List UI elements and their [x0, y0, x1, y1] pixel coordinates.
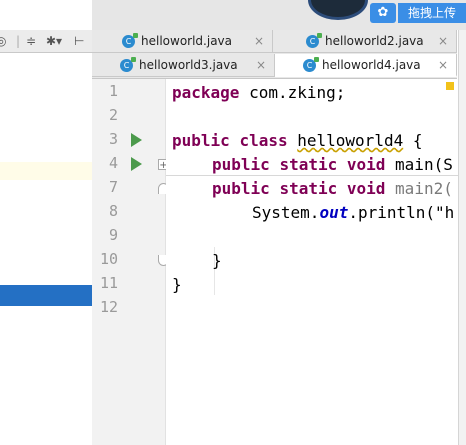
run-icon[interactable]	[131, 157, 142, 171]
tab-helloworld[interactable]: C helloworld.java ×	[92, 30, 273, 53]
separator: |	[16, 34, 21, 48]
target-icon[interactable]: ◎	[0, 30, 6, 52]
drag-upload-button[interactable]: 拖拽上传	[398, 3, 466, 23]
tab-helloworld4[interactable]: C helloworld4.java ×	[275, 54, 457, 77]
java-class-icon: C	[120, 57, 136, 72]
java-class-icon: C	[303, 57, 319, 72]
code-line: public static void main2(	[212, 179, 453, 198]
code-editor[interactable]: package com.zking; public class hellowor…	[166, 79, 458, 445]
code-line: }	[212, 251, 222, 270]
code-line: System.out.println("h	[252, 203, 455, 222]
line-number: 9	[108, 226, 118, 244]
editor-gutter: 1 2 3 4 7 8 9 10 11 12 +	[92, 79, 169, 445]
code-line: public class helloworld4 {	[172, 131, 423, 150]
close-icon[interactable]: ×	[438, 54, 448, 77]
explorer-highlight-row[interactable]	[0, 162, 92, 180]
warning-marker[interactable]	[446, 82, 454, 90]
line-number: 7	[108, 178, 118, 196]
gear-icon[interactable]: ✱▾	[46, 30, 62, 52]
line-number: 3	[108, 130, 118, 148]
tab-label: helloworld3.java	[139, 58, 238, 72]
java-class-icon: C	[306, 33, 322, 48]
line-number: 8	[108, 202, 118, 220]
explorer-selected-row[interactable]	[0, 285, 92, 306]
tab-label: helloworld.java	[141, 34, 232, 48]
right-side-rail	[458, 30, 466, 445]
close-icon[interactable]: ×	[254, 30, 264, 53]
run-icon[interactable]	[131, 133, 142, 147]
close-icon[interactable]: ×	[438, 30, 448, 53]
collapse-icon[interactable]: ≑	[26, 30, 36, 52]
project-explorer-panel: ◎ | ≑ ✱▾ ⊢	[0, 0, 93, 445]
line-number: 1	[108, 82, 118, 100]
pin-icon[interactable]: ⊢	[74, 30, 84, 52]
tab-label: helloworld4.java	[322, 58, 421, 72]
cloud-icon[interactable]: ✿	[370, 3, 396, 23]
tab-helloworld2[interactable]: C helloworld2.java ×	[273, 30, 457, 53]
java-class-icon: C	[122, 33, 138, 48]
code-line: public static void main(S	[212, 155, 453, 174]
editor-tab-bar: C helloworld.java × C helloworld2.java ×…	[92, 30, 457, 79]
line-number: 10	[99, 250, 118, 268]
line-number: 11	[99, 274, 118, 292]
code-line: }	[172, 275, 182, 294]
close-icon[interactable]: ×	[256, 54, 266, 77]
line-number: 12	[99, 298, 118, 316]
explorer-toolbar: ◎ | ≑ ✱▾ ⊢	[0, 30, 92, 53]
line-number: 4	[108, 154, 118, 172]
code-line: package com.zking;	[172, 83, 346, 102]
tab-label: helloworld2.java	[325, 34, 424, 48]
line-number: 2	[108, 106, 118, 124]
tab-helloworld3[interactable]: C helloworld3.java ×	[92, 54, 275, 77]
